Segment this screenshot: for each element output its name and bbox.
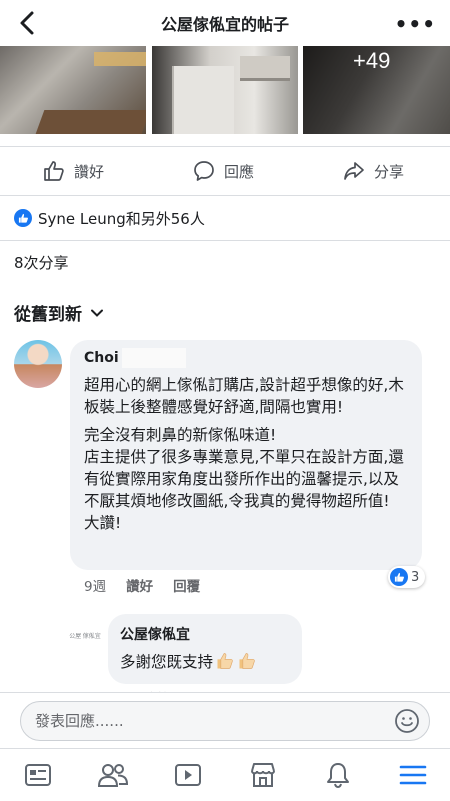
like-label: 讚好 — [74, 162, 105, 181]
back-button[interactable] — [14, 9, 42, 37]
post-photo-1[interactable] — [0, 46, 146, 134]
tab-notifications[interactable] — [322, 759, 354, 791]
comment-paragraph: 店主提供了很多專業意見,不單只在設計方面,還有從實際用家角度出發所作出的溫馨提示… — [84, 448, 404, 510]
comment-reply-link[interactable]: 回覆 — [173, 575, 200, 595]
post-photo-3[interactable]: +49 — [303, 46, 450, 134]
emoji-icon[interactable] — [394, 708, 420, 734]
reactions-text: Syne Leung和另外56人 — [38, 209, 205, 228]
photo-grid: +49 — [0, 46, 450, 134]
reply-bubble: 公屋傢俬宜 多謝您既支持 — [108, 614, 302, 684]
news-feed-icon — [25, 764, 51, 786]
tab-watch[interactable] — [172, 759, 204, 791]
post-actions: 讚好 回應 分享 — [0, 146, 450, 196]
watch-icon — [175, 764, 201, 786]
more-photos-count: +49 — [353, 48, 391, 73]
chevron-left-icon — [20, 11, 34, 35]
thumbs-up-emoji-icon — [217, 653, 233, 669]
like-reaction-icon — [390, 568, 408, 586]
menu-icon — [399, 765, 427, 785]
comment-paragraph: 超用心的網上傢俬訂購店,設計超乎想像的好,木板裝上後整體感覺好舒適,間隔也實用! — [84, 376, 404, 416]
comment-author[interactable]: Choi — [84, 350, 119, 366]
comment-paragraph: 大讚! — [84, 514, 122, 532]
top-bar: 公屋傢俬宜的帖子 ••• — [0, 0, 450, 46]
page-title: 公屋傢俬宜的帖子 — [160, 15, 289, 34]
reactions-summary[interactable]: Syne Leung和另外56人 — [14, 204, 205, 232]
comment-time: 9週 — [84, 579, 107, 595]
comment-sort-dropdown[interactable]: 從舊到新 — [14, 300, 104, 325]
comment-bubble: Choi 超用心的網上傢俬訂購店,設計超乎想像的好,木板裝上後整體感覺好舒適,間… — [70, 340, 422, 570]
post-photo-2[interactable] — [152, 46, 298, 134]
tab-friends[interactable] — [97, 759, 129, 791]
comment-composer — [0, 692, 450, 749]
reaction-count: 3 — [411, 569, 420, 585]
share-label: 分享 — [374, 162, 405, 181]
thumbs-up-icon — [44, 161, 64, 181]
tab-news-feed[interactable] — [22, 759, 54, 791]
page-avatar[interactable]: 公屋 傢俬宜 — [68, 618, 102, 652]
chevron-down-icon — [91, 309, 103, 317]
bell-icon — [327, 763, 349, 789]
redaction — [122, 348, 186, 368]
marketplace-icon — [251, 763, 275, 787]
reply-text: 多謝您既支持 — [120, 653, 214, 671]
comment-meta: 9週 讚好 回覆 — [84, 575, 200, 595]
share-icon — [344, 162, 364, 180]
comment-label: 回應 — [224, 162, 255, 181]
comment-icon — [194, 161, 214, 181]
comment-reaction-count[interactable]: 3 — [388, 566, 426, 588]
comment-input[interactable] — [20, 701, 430, 741]
comment-paragraph: 完全沒有刺鼻的新傢俬味道! — [84, 426, 277, 444]
like-reaction-icon — [14, 209, 32, 227]
thumbs-up-emoji-icon — [239, 653, 255, 669]
tab-marketplace[interactable] — [247, 759, 279, 791]
comment-button[interactable]: 回應 — [192, 147, 254, 195]
friends-icon — [97, 764, 129, 787]
comment-body: 超用心的網上傢俬訂購店,設計超乎想像的好,木板裝上後整體感覺好舒適,間隔也實用!… — [84, 374, 414, 540]
share-count[interactable]: 8次分享 — [14, 252, 69, 273]
divider — [0, 240, 450, 241]
bottom-tab-bar — [0, 748, 450, 801]
share-button[interactable]: 分享 — [342, 147, 404, 195]
tab-menu[interactable] — [397, 759, 429, 791]
like-button[interactable]: 讚好 — [42, 147, 104, 195]
reply-author[interactable]: 公屋傢俬宜 — [120, 624, 190, 644]
comment-like-link[interactable]: 讚好 — [126, 575, 153, 595]
sort-label: 從舊到新 — [14, 305, 82, 325]
avatar[interactable] — [14, 340, 62, 388]
more-options-button[interactable]: ••• — [395, 12, 436, 36]
reply-body: 多謝您既支持 — [120, 650, 257, 672]
